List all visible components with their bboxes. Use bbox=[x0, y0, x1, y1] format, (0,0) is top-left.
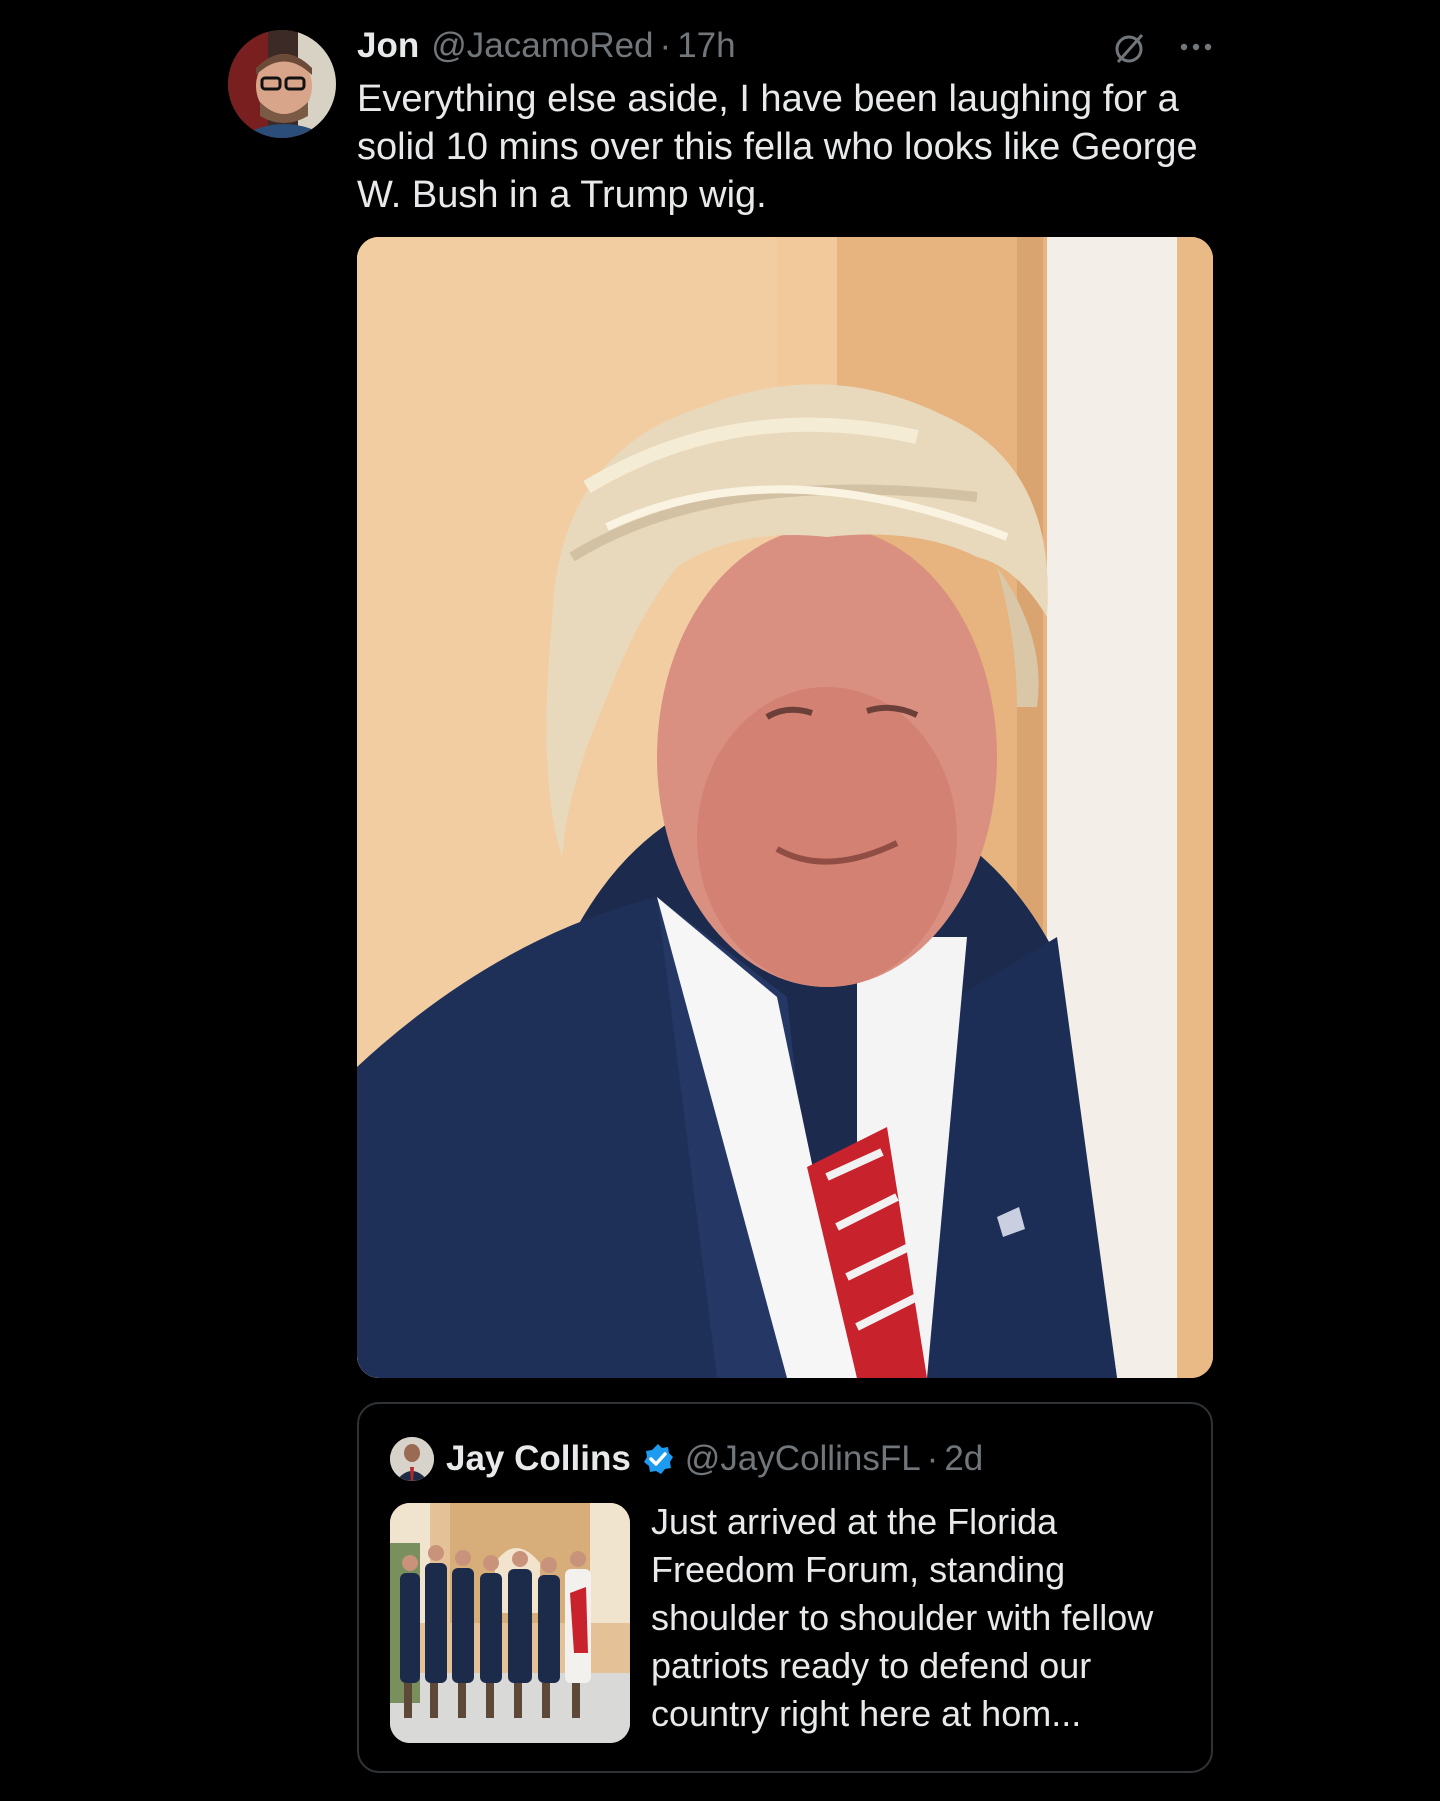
quote-author-handle[interactable]: @JayCollinsFL bbox=[685, 1439, 921, 1479]
quote-tweet[interactable]: Jay Collins @JayCollinsFL · 2d Just arri… bbox=[357, 1402, 1213, 1773]
author-avatar[interactable] bbox=[228, 30, 336, 138]
quote-separator-dot: · bbox=[926, 1439, 939, 1478]
separator-dot: · bbox=[659, 26, 672, 65]
more-dots-icon[interactable] bbox=[1178, 32, 1214, 62]
tweet-photo[interactable] bbox=[357, 237, 1213, 1378]
quote-header: Jay Collins @JayCollinsFL · 2d bbox=[446, 1436, 983, 1482]
grok-slash-circle-icon[interactable] bbox=[1112, 30, 1148, 66]
quote-author-name[interactable]: Jay Collins bbox=[446, 1439, 631, 1479]
verified-badge-icon bbox=[641, 1442, 675, 1476]
tweet[interactable]: Jon @JacamoRed · 17h Everything else asi… bbox=[0, 0, 1440, 1801]
tweet-header: Jon @JacamoRed · 17h bbox=[357, 26, 736, 70]
quote-timestamp[interactable]: 2d bbox=[944, 1439, 983, 1479]
quote-author-avatar[interactable] bbox=[390, 1437, 434, 1481]
tweet-text: Everything else aside, I have been laugh… bbox=[357, 78, 1198, 216]
tweet-timestamp[interactable]: 17h bbox=[677, 26, 735, 66]
quote-photo[interactable] bbox=[390, 1503, 630, 1743]
quote-text: Just arrived at the Florida Freedom Foru… bbox=[651, 1501, 1154, 1734]
author-handle[interactable]: @JacamoRed bbox=[431, 26, 653, 66]
author-name[interactable]: Jon bbox=[357, 26, 419, 66]
